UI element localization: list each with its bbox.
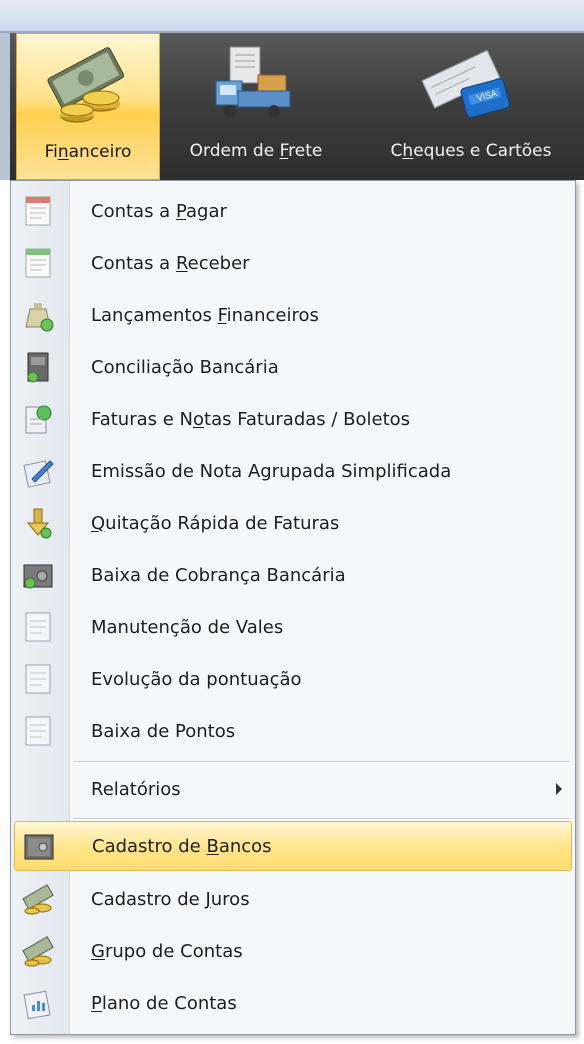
menu-item-baixa-cobranca-bancaria[interactable]: Baixa de Cobrança Bancária	[14, 550, 572, 600]
chart-document-icon	[23, 990, 51, 1020]
menu-item-label: Relatórios	[91, 778, 181, 800]
ribbon-button-ordem-de-frete[interactable]: Ordem de Frete	[162, 33, 350, 180]
money-coins-icon	[47, 47, 125, 123]
invoice-globe-icon	[25, 405, 52, 434]
submenu-arrow-icon	[556, 783, 562, 795]
ribbon-bar: Financeiro Ordem de Frete VISA Cheques e…	[10, 33, 584, 180]
money-stack-icon	[22, 884, 54, 915]
menu-item-label: Emissão de Nota Agrupada Simplificada	[91, 460, 452, 482]
menu-item-contas-a-pagar[interactable]: Contas a Pagar	[14, 186, 572, 236]
menu-item-label: Evolução da pontuação	[91, 668, 302, 690]
truck-icon	[215, 46, 291, 117]
menu-item-faturas-notas-boletos[interactable]: Faturas e Notas Faturadas / Boletos	[14, 394, 572, 444]
menu-item-manutencao-vales[interactable]: Manutenção de Vales	[14, 602, 572, 652]
money-stack-icon	[22, 936, 54, 967]
cheque-card-icon: VISA	[421, 49, 510, 118]
money-bag-icon	[25, 303, 54, 332]
menu-item-label: Conciliação Bancária	[91, 356, 279, 378]
pen-document-icon	[23, 460, 54, 488]
menu-item-label: Cadastro de Juros	[91, 888, 250, 910]
document-blank-icon	[25, 612, 51, 642]
menu-item-relatorios[interactable]: Relatórios	[14, 764, 572, 814]
document-blank-icon	[25, 716, 51, 746]
menu-item-label: Plano de Contas	[91, 992, 237, 1014]
menu-item-emissao-nota-agrupada[interactable]: Emissão de Nota Agrupada Simplificada	[14, 446, 572, 496]
menu-item-lancamentos-financeiros[interactable]: Lançamentos Financeiros	[14, 290, 572, 340]
document-red-icon	[25, 196, 51, 226]
menu-item-cadastro-bancos[interactable]: Cadastro de Bancos	[14, 821, 572, 871]
ribbon-button-label: Cheques e Cartões	[390, 141, 552, 161]
ribbon-button-label: Financeiro	[44, 142, 132, 162]
menu-item-label: Baixa de Cobrança Bancária	[91, 564, 346, 586]
menu-item-label: Manutenção de Vales	[91, 616, 284, 638]
ribbon-button-label: Ordem de Frete	[189, 141, 323, 161]
menu-item-grupo-contas[interactable]: Grupo de Contas	[14, 926, 572, 976]
menu-item-contas-a-receber[interactable]: Contas a Receber	[14, 238, 572, 288]
window-title-strip	[0, 0, 584, 33]
safe-icon	[24, 834, 54, 860]
ribbon-button-cheques-e-cartoes[interactable]: VISA Cheques e Cartões	[364, 33, 578, 180]
menu-item-label: Contas a Pagar	[91, 200, 227, 222]
menu-item-cadastro-juros[interactable]: Cadastro de Juros	[14, 874, 572, 924]
financeiro-dropdown-menu: Contas a Pagar Contas a Receber Lançamen…	[10, 180, 576, 1035]
menu-item-label: Faturas e Notas Faturadas / Boletos	[91, 408, 411, 430]
ribbon-button-financeiro[interactable]: Financeiro	[16, 33, 160, 180]
menu-item-label: Quitação Rápida de Faturas	[91, 512, 340, 534]
menu-item-label: Cadastro de Bancos	[92, 835, 272, 857]
safe-box-icon	[27, 352, 49, 383]
menu-item-label: Grupo de Contas	[91, 940, 243, 962]
vault-icon	[23, 564, 53, 589]
menu-item-baixa-pontos[interactable]: Baixa de Pontos	[14, 706, 572, 756]
document-blank-icon	[25, 664, 51, 694]
menu-item-evolucao-pontuacao[interactable]: Evolução da pontuação	[14, 654, 572, 704]
menu-item-label: Baixa de Pontos	[91, 720, 236, 742]
ribbon-left-edge	[0, 33, 10, 180]
menu-separator	[73, 818, 569, 820]
menu-item-label: Contas a Receber	[91, 252, 250, 274]
menu-item-conciliacao-bancaria[interactable]: Conciliação Bancária	[14, 342, 572, 392]
document-green-icon	[25, 248, 51, 278]
menu-item-quitacao-rapida[interactable]: Quitação Rápida de Faturas	[14, 498, 572, 548]
menu-separator	[73, 761, 569, 763]
menu-item-label: Lançamentos Financeiros	[91, 304, 319, 326]
download-arrow-icon	[26, 508, 52, 539]
menu-item-plano-contas[interactable]: Plano de Contas	[14, 978, 572, 1028]
